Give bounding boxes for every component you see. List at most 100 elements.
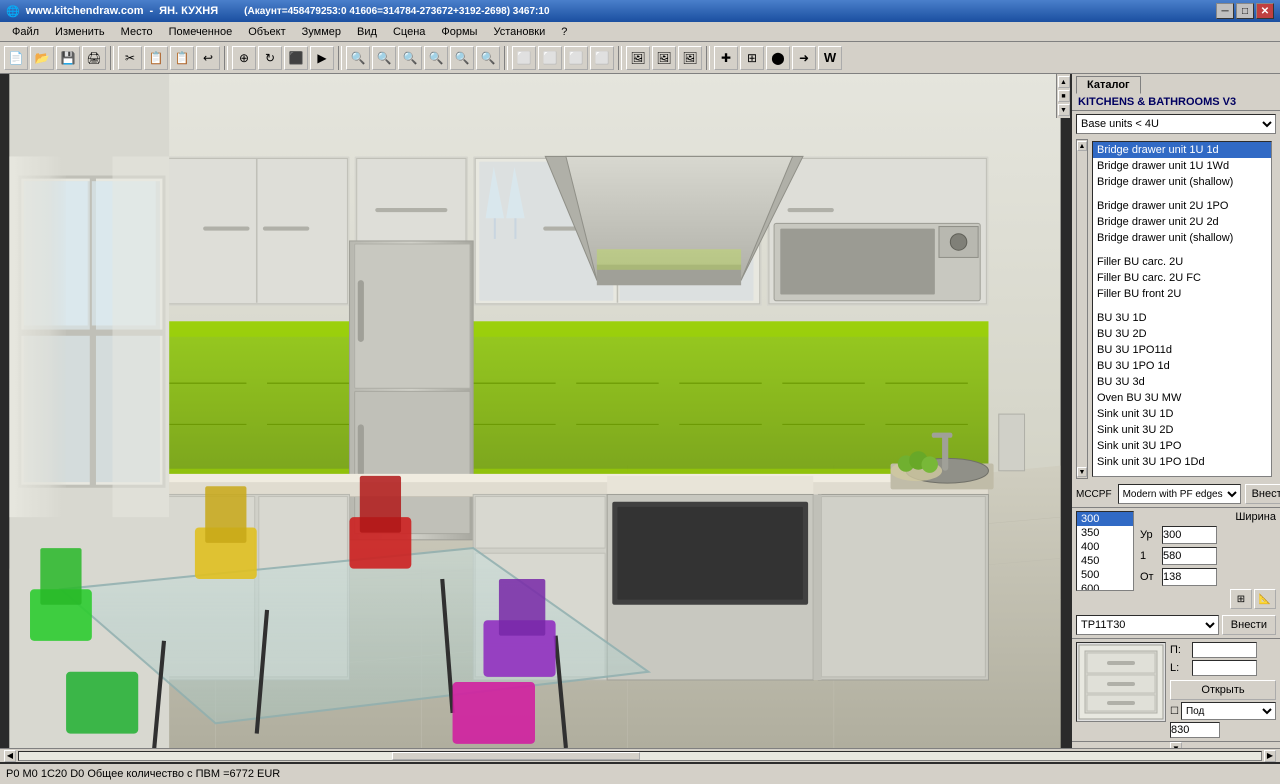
text-button[interactable]: W — [818, 46, 842, 70]
menu-file[interactable]: Файл — [4, 24, 47, 40]
scroll-left-btn[interactable]: ◀ — [4, 750, 16, 762]
catalog-item-5[interactable]: Bridge drawer unit (shallow) — [1093, 230, 1271, 246]
menu-place[interactable]: Место — [113, 24, 161, 40]
tab-catalog[interactable]: Каталог — [1076, 76, 1141, 94]
menu-scene[interactable]: Сцена — [385, 24, 433, 40]
catalog-item-4[interactable]: Bridge drawer unit 2U 2d — [1093, 214, 1271, 230]
open-button[interactable]: Открыть — [1170, 680, 1276, 700]
catalog-item-2[interactable]: Bridge drawer unit (shallow) — [1093, 174, 1271, 190]
paste-button[interactable]: 📋 — [170, 46, 194, 70]
scroll-right-btn[interactable]: ▶ — [1264, 750, 1276, 762]
width-list[interactable]: 300 350 400 450 500 600 — [1076, 511, 1134, 591]
view-tb-3[interactable]: ▼ — [1058, 104, 1070, 116]
zoom-prev-button[interactable]: 🔍 — [450, 46, 474, 70]
h-scroll-track[interactable] — [18, 751, 1262, 761]
add-button[interactable]: ✚ — [714, 46, 738, 70]
view3d-button[interactable]: ⬜ — [512, 46, 536, 70]
menu-view[interactable]: Вид — [349, 24, 385, 40]
photo-button[interactable]: 🖼 — [626, 46, 650, 70]
tb-sep3 — [338, 46, 342, 70]
zoom-next-button[interactable]: 🔍 — [476, 46, 500, 70]
menu-zoom[interactable]: Зуммер — [294, 24, 349, 40]
rotate-button[interactable]: ↻ — [258, 46, 282, 70]
undo-button[interactable]: ↩ — [196, 46, 220, 70]
dim-icon-1[interactable]: ⊞ — [1230, 589, 1252, 609]
code-select[interactable]: TP11T30 — [1076, 615, 1219, 635]
dot-button[interactable]: ⬤ — [766, 46, 790, 70]
preview-svg — [1077, 643, 1165, 721]
panel-scroll-down[interactable]: ▼ — [1170, 742, 1182, 748]
grid-button[interactable]: ⊞ — [740, 46, 764, 70]
menu-forms[interactable]: Формы — [433, 24, 485, 40]
catalog-item-14[interactable]: Oven BU 3U MW — [1093, 390, 1271, 406]
height-input[interactable] — [1162, 526, 1217, 544]
catalog-item-15[interactable]: Sink unit 3U 1D — [1093, 406, 1271, 422]
copy-button[interactable]: 📋 — [144, 46, 168, 70]
under-value-input[interactable] — [1170, 722, 1220, 738]
minimize-button[interactable]: ─ — [1216, 3, 1234, 19]
filter-select[interactable]: Base units < 4U Base units Wall units Ta… — [1076, 114, 1276, 134]
catalog-item-8[interactable]: Filler BU front 2U — [1093, 286, 1271, 302]
print-button[interactable]: 🖨 — [82, 46, 106, 70]
catalog-item-7[interactable]: Filler BU carc. 2U FC — [1093, 270, 1271, 286]
zoom-window-button[interactable]: 🔍 — [424, 46, 448, 70]
menu-settings[interactable]: Установки — [485, 24, 553, 40]
zoom-out-button[interactable]: 🔍 — [372, 46, 396, 70]
insert-button[interactable]: Внести — [1245, 484, 1280, 504]
cut-button[interactable]: ✂ — [118, 46, 142, 70]
width-500[interactable]: 500 — [1077, 568, 1133, 582]
h-scroll-thumb[interactable] — [392, 752, 640, 760]
viewfloor-button[interactable]: ⬜ — [564, 46, 588, 70]
width-600[interactable]: 600 — [1077, 582, 1133, 591]
width-300[interactable]: 300 — [1077, 512, 1133, 526]
style-select[interactable]: Modern with PF edges Classic — [1118, 484, 1241, 504]
zoom-fit-button[interactable]: 🔍 — [398, 46, 422, 70]
catalog-item-17[interactable]: Sink unit 3U 1PO — [1093, 438, 1271, 454]
depth-input[interactable] — [1162, 547, 1217, 565]
arrow-button[interactable]: ➜ — [792, 46, 816, 70]
catalog-item-9[interactable]: BU 3U 1D — [1093, 310, 1271, 326]
maximize-button[interactable]: □ — [1236, 3, 1254, 19]
width-450[interactable]: 450 — [1077, 554, 1133, 568]
measure-button[interactable]: ▶ — [310, 46, 334, 70]
catalog-list[interactable]: Bridge drawer unit 1U 1d Bridge drawer u… — [1092, 141, 1272, 477]
from-input[interactable] — [1162, 568, 1217, 586]
scroll-up-arrow[interactable]: ▲ — [1077, 141, 1087, 151]
menu-object[interactable]: Объект — [240, 24, 293, 40]
photo2-button[interactable]: 🖼 — [678, 46, 702, 70]
view-tb-2[interactable]: ■ — [1058, 90, 1070, 102]
menu-bookmarks[interactable]: Помеченное — [161, 24, 241, 40]
l-input[interactable] — [1192, 660, 1257, 676]
render-button[interactable]: 🖼 — [652, 46, 676, 70]
catalog-item-0[interactable]: Bridge drawer unit 1U 1d — [1093, 142, 1271, 158]
move-button[interactable]: ⊕ — [232, 46, 256, 70]
catalog-item-3[interactable]: Bridge drawer unit 2U 1PO — [1093, 198, 1271, 214]
main-content: ▲ ■ ▼ Каталог KITCHENS & BATHROOMS V3 Ba… — [0, 74, 1280, 748]
view-tb-1[interactable]: ▲ — [1058, 76, 1070, 88]
p-input[interactable] — [1192, 642, 1257, 658]
catalog-item-13[interactable]: BU 3U 3d — [1093, 374, 1271, 390]
menu-help[interactable]: ? — [553, 24, 575, 40]
scale-button[interactable]: ⬛ — [284, 46, 308, 70]
catalog-item-18[interactable]: Sink unit 3U 1PO 1Dd — [1093, 454, 1271, 470]
close-button[interactable]: ✕ — [1256, 3, 1274, 19]
scroll-down-arrow[interactable]: ▼ — [1077, 467, 1087, 477]
catalog-item-11[interactable]: BU 3U 1PO11d — [1093, 342, 1271, 358]
catalog-item-6[interactable]: Filler BU carc. 2U — [1093, 254, 1271, 270]
save-button[interactable]: 💾 — [56, 46, 80, 70]
under-select[interactable]: Под — [1181, 702, 1276, 720]
catalog-item-16[interactable]: Sink unit 3U 2D — [1093, 422, 1271, 438]
catalog-item-12[interactable]: BU 3U 1PO 1d — [1093, 358, 1271, 374]
viewelev-button[interactable]: ⬜ — [590, 46, 614, 70]
width-400[interactable]: 400 — [1077, 540, 1133, 554]
open-button[interactable]: 📂 — [30, 46, 54, 70]
menu-edit[interactable]: Изменить — [47, 24, 113, 40]
view2d-button[interactable]: ⬜ — [538, 46, 562, 70]
new-button[interactable]: 📄 — [4, 46, 28, 70]
width-350[interactable]: 350 — [1077, 526, 1133, 540]
dim-icon-2[interactable]: 📐 — [1254, 589, 1276, 609]
catalog-item-10[interactable]: BU 3U 2D — [1093, 326, 1271, 342]
insert-btn-2[interactable]: Внести — [1222, 615, 1276, 635]
zoom-in-button[interactable]: 🔍 — [346, 46, 370, 70]
catalog-item-1[interactable]: Bridge drawer unit 1U 1Wd — [1093, 158, 1271, 174]
